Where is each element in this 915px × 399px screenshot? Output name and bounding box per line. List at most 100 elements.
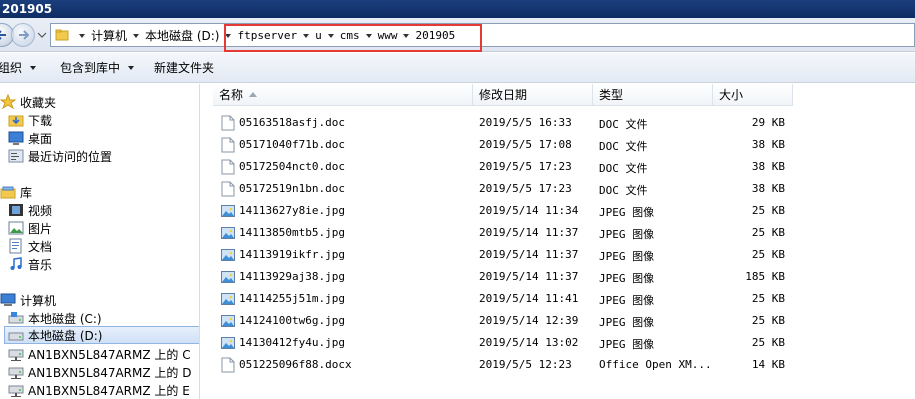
- file-row[interactable]: 14113919ikfr.jpg 2019/5/14 11:37 JPEG 图像 25…: [201, 244, 915, 266]
- nav-favorites-label: 收藏夹: [20, 95, 57, 110]
- breadcrumb-separator-icon[interactable]: [133, 34, 140, 38]
- image-file-icon: [221, 205, 235, 217]
- doc-file-icon: [221, 137, 235, 153]
- file-row[interactable]: 14130412fy4u.jpg 2019/5/14 13:02 JPEG 图像 25…: [201, 332, 915, 354]
- nav-pictures[interactable]: 图片: [8, 219, 52, 237]
- address-row: 计算机 本地磁盘 (D:) ftpserver u cms www 201905: [0, 18, 915, 52]
- file-type: Office Open XM...: [599, 358, 712, 371]
- column-modified-label: 修改日期: [479, 88, 528, 102]
- nav-recent[interactable]: 最近访问的位置: [8, 147, 112, 165]
- nav-music[interactable]: 音乐: [8, 255, 52, 273]
- nav-libraries[interactable]: 库: [0, 183, 32, 201]
- file-row[interactable]: 05172519n1bn.doc 2019/5/5 17:23 DOC 文件 38 K…: [201, 178, 915, 200]
- file-size: 38 KB: [751, 138, 785, 151]
- column-size-label: 大小: [719, 88, 744, 102]
- breadcrumb-www[interactable]: www: [378, 29, 398, 42]
- nav-computer-label: 计算机: [20, 293, 57, 308]
- file-modified: 2019/5/5 16:33: [479, 116, 572, 129]
- file-row[interactable]: 14124100tw6g.jpg 2019/5/14 12:39 JPEG 图像 25…: [201, 310, 915, 332]
- drive-icon: [8, 332, 24, 341]
- column-header-name[interactable]: 名称: [213, 84, 473, 106]
- file-size: 25 KB: [751, 292, 785, 305]
- nav-desktop-label: 桌面: [28, 131, 53, 146]
- breadcrumb-ftpserver[interactable]: ftpserver: [237, 29, 297, 42]
- doc-file-icon: [221, 357, 235, 373]
- breadcrumb-drive-d[interactable]: 本地磁盘 (D:): [145, 27, 219, 44]
- network-drive-icon: [8, 385, 24, 397]
- file-row[interactable]: 14113850mtb5.jpg 2019/5/14 11:37 JPEG 图像 25…: [201, 222, 915, 244]
- nav-videos[interactable]: 视频: [8, 201, 52, 219]
- file-modified: 2019/5/5 17:23: [479, 160, 572, 173]
- desktop-icon: [8, 131, 24, 145]
- nav-documents[interactable]: 文档: [8, 237, 52, 255]
- image-file-icon: [221, 293, 235, 305]
- file-row[interactable]: 14114255j51m.jpg 2019/5/14 11:41 JPEG 图像 25…: [201, 288, 915, 310]
- nav-favorites[interactable]: 收藏夹: [0, 93, 56, 111]
- breadcrumb-separator-icon[interactable]: [303, 34, 310, 38]
- nav-videos-label: 视频: [28, 203, 53, 218]
- history-dropdown-icon[interactable]: [37, 30, 47, 40]
- file-name: 14113929aj38.jpg: [239, 270, 345, 283]
- file-modified: 2019/5/5 17:08: [479, 138, 572, 151]
- organize-button[interactable]: 组织: [0, 57, 44, 79]
- file-size: 25 KB: [751, 248, 785, 261]
- nav-documents-label: 文档: [28, 239, 53, 254]
- image-file-icon: [221, 337, 235, 349]
- include-library-label: 包含到库中: [60, 61, 121, 75]
- breadcrumb: 计算机 本地磁盘 (D:) ftpserver u cms www 201905: [73, 24, 455, 46]
- file-row[interactable]: 05171040f71b.doc 2019/5/5 17:08 DOC 文件 38 K…: [201, 134, 915, 156]
- file-type: JPEG 图像: [599, 206, 655, 219]
- file-name: 14114255j51m.jpg: [239, 292, 345, 305]
- column-header-modified[interactable]: 修改日期: [473, 84, 593, 106]
- file-type: DOC 文件: [599, 184, 648, 197]
- file-modified: 2019/5/5 17:23: [479, 182, 572, 195]
- file-row[interactable]: 14113627y8ie.jpg 2019/5/14 11:34 JPEG 图像 25…: [201, 200, 915, 222]
- breadcrumb-separator-icon[interactable]: [365, 34, 372, 38]
- breadcrumb-201905[interactable]: 201905: [415, 29, 455, 42]
- file-type: JPEG 图像: [599, 250, 655, 263]
- nav-drive-d[interactable]: 本地磁盘 (D:): [4, 326, 199, 344]
- file-modified: 2019/5/14 11:41: [479, 292, 579, 305]
- nav-drive-d-label: 本地磁盘 (D:): [28, 328, 103, 343]
- breadcrumb-separator-icon[interactable]: [225, 34, 232, 38]
- file-size: 185 KB: [745, 270, 785, 283]
- forward-button[interactable]: [11, 23, 35, 47]
- folder-icon: [55, 29, 69, 41]
- file-modified: 2019/5/14 13:02: [479, 336, 579, 349]
- include-library-button[interactable]: 包含到库中: [52, 57, 142, 79]
- breadcrumb-u[interactable]: u: [315, 29, 322, 42]
- new-folder-button[interactable]: 新建文件夹: [146, 57, 222, 79]
- breadcrumb-cms[interactable]: cms: [340, 29, 360, 42]
- nav-drive-c[interactable]: 本地磁盘 (C:): [8, 309, 102, 327]
- nav-network-d-label: AN1BXN5L847ARMZ 上的 D: [28, 365, 192, 380]
- image-file-icon: [221, 227, 235, 239]
- breadcrumb-separator-icon[interactable]: [79, 34, 85, 38]
- file-row[interactable]: 14113929aj38.jpg 2019/5/14 11:37 JPEG 图像 18…: [201, 266, 915, 288]
- nav-network-d[interactable]: AN1BXN5L847ARMZ 上的 D: [8, 363, 191, 381]
- music-icon: [10, 257, 22, 270]
- nav-network-c-label: AN1BXN5L847ARMZ 上的 C: [28, 347, 191, 362]
- file-type: DOC 文件: [599, 162, 648, 175]
- nav-network-e[interactable]: AN1BXN5L847ARMZ 上的 E: [8, 381, 190, 399]
- address-bar[interactable]: 计算机 本地磁盘 (D:) ftpserver u cms www 201905: [50, 23, 915, 47]
- nav-network-c[interactable]: AN1BXN5L847ARMZ 上的 C: [8, 345, 191, 363]
- file-row[interactable]: 051225096f88.docx 2019/5/5 12:23 Office Op…: [201, 354, 915, 376]
- breadcrumb-separator-icon[interactable]: [403, 34, 410, 38]
- file-size: 38 KB: [751, 182, 785, 195]
- toolbar: 组织 包含到库中 新建文件夹: [0, 53, 915, 83]
- arrow-right-icon: [19, 30, 29, 40]
- file-row[interactable]: 05172504nct0.doc 2019/5/5 17:23 DOC 文件 38 K…: [201, 156, 915, 178]
- file-size: 14 KB: [751, 358, 785, 371]
- file-name: 14124100tw6g.jpg: [239, 314, 345, 327]
- chevron-down-icon: [128, 65, 135, 70]
- chevron-down-icon: [30, 65, 37, 70]
- column-header-type[interactable]: 类型: [593, 84, 713, 106]
- file-row[interactable]: 05163518asfj.doc 2019/5/5 16:33 DOC 文件 29 K…: [201, 112, 915, 134]
- breadcrumb-separator-icon[interactable]: [327, 34, 334, 38]
- nav-downloads[interactable]: 下载: [8, 111, 52, 129]
- nav-computer[interactable]: 计算机: [0, 291, 56, 309]
- breadcrumb-computer[interactable]: 计算机: [91, 27, 127, 44]
- nav-desktop[interactable]: 桌面: [8, 129, 52, 147]
- column-header-size[interactable]: 大小: [713, 84, 793, 106]
- arrow-left-icon: [0, 30, 6, 40]
